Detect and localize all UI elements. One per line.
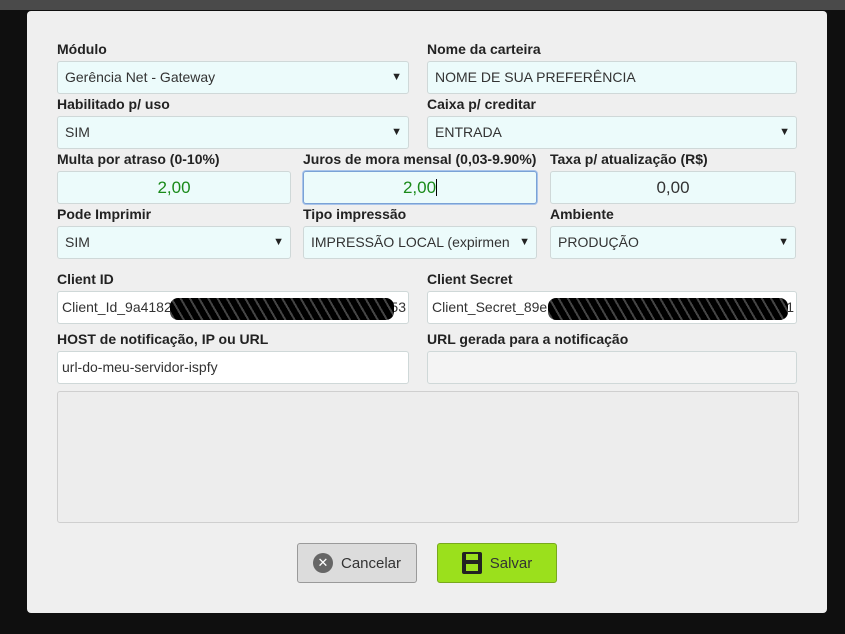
notes-textarea[interactable] — [57, 391, 799, 523]
multa-input[interactable]: 2,00 — [57, 171, 291, 204]
tipo-impressao-label: Tipo impressão — [303, 206, 407, 222]
redaction-scribble — [548, 298, 788, 320]
client-secret-input[interactable]: Client_Secret_89e 1 — [427, 291, 797, 324]
modulo-select[interactable]: Gerência Net - Gateway ▼ — [57, 61, 409, 94]
url-gerada-input — [427, 351, 797, 384]
multa-label: Multa por atraso (0-10%) — [57, 151, 220, 167]
redaction-scribble — [170, 298, 394, 320]
client-id-value-start: Client_Id_9a4182 — [62, 299, 172, 315]
multa-value: 2,00 — [157, 178, 191, 197]
habilitado-select[interactable]: SIM ▼ — [57, 116, 409, 149]
cancel-button[interactable]: ✕ Cancelar — [297, 543, 417, 583]
juros-label: Juros de mora mensal (0,03-9.90%) — [303, 151, 537, 167]
tipo-impressao-value: IMPRESSÃO LOCAL (expirmen — [311, 234, 510, 250]
ambiente-value: PRODUÇÃO — [558, 234, 639, 250]
caret-down-icon: ▼ — [516, 227, 530, 258]
host-value: url-do-meu-servidor-ispfy — [62, 359, 218, 375]
caret-down-icon: ▼ — [388, 117, 402, 148]
save-button[interactable]: Salvar — [437, 543, 557, 583]
taxa-value: 0,00 — [656, 178, 690, 197]
ambiente-select[interactable]: PRODUÇÃO ▼ — [550, 226, 796, 259]
cancel-button-label: Cancelar — [340, 554, 402, 572]
nome-carteira-value: NOME DE SUA PREFERÊNCIA — [435, 69, 636, 85]
juros-value: 2,00 — [402, 178, 437, 197]
client-secret-value-start: Client_Secret_89e — [432, 299, 548, 315]
habilitado-value: SIM — [65, 124, 90, 140]
taxa-label: Taxa p/ atualização (R$) — [550, 151, 708, 167]
floppy-disk-icon — [461, 552, 482, 574]
nome-carteira-label: Nome da carteira — [427, 41, 541, 57]
top-bar — [0, 0, 845, 10]
modulo-label: Módulo — [57, 41, 107, 57]
caret-down-icon: ▼ — [388, 62, 402, 93]
habilitado-label: Habilitado p/ uso — [57, 96, 170, 112]
pode-imprimir-label: Pode Imprimir — [57, 206, 152, 222]
text-cursor — [436, 179, 438, 196]
client-secret-label: Client Secret — [427, 271, 513, 287]
client-id-input[interactable]: Client_Id_9a4182 53 — [57, 291, 409, 324]
host-input[interactable]: url-do-meu-servidor-ispfy — [57, 351, 409, 384]
caret-down-icon: ▼ — [776, 117, 790, 148]
wallet-config-modal: Módulo Gerência Net - Gateway ▼ Nome da … — [27, 11, 827, 613]
caret-down-icon: ▼ — [775, 227, 789, 258]
save-button-label: Salvar — [489, 554, 533, 572]
host-label: HOST de notificação, IP ou URL — [57, 331, 269, 347]
url-gerada-label: URL gerada para a notificação — [427, 331, 629, 347]
ambiente-label: Ambiente — [550, 206, 614, 222]
client-id-label: Client ID — [57, 271, 114, 287]
caixa-select[interactable]: ENTRADA ▼ — [427, 116, 797, 149]
caixa-value: ENTRADA — [435, 124, 502, 140]
taxa-input[interactable]: 0,00 — [550, 171, 796, 204]
caret-down-icon: ▼ — [270, 227, 284, 258]
pode-imprimir-value: SIM — [65, 234, 90, 250]
close-circle-icon: ✕ — [312, 553, 333, 573]
juros-input[interactable]: 2,00 — [303, 171, 537, 204]
tipo-impressao-select[interactable]: IMPRESSÃO LOCAL (expirmen ▼ — [303, 226, 537, 259]
modulo-value: Gerência Net - Gateway — [65, 69, 216, 85]
pode-imprimir-select[interactable]: SIM ▼ — [57, 226, 291, 259]
caixa-label: Caixa p/ creditar — [427, 96, 536, 112]
nome-carteira-input[interactable]: NOME DE SUA PREFERÊNCIA — [427, 61, 797, 94]
